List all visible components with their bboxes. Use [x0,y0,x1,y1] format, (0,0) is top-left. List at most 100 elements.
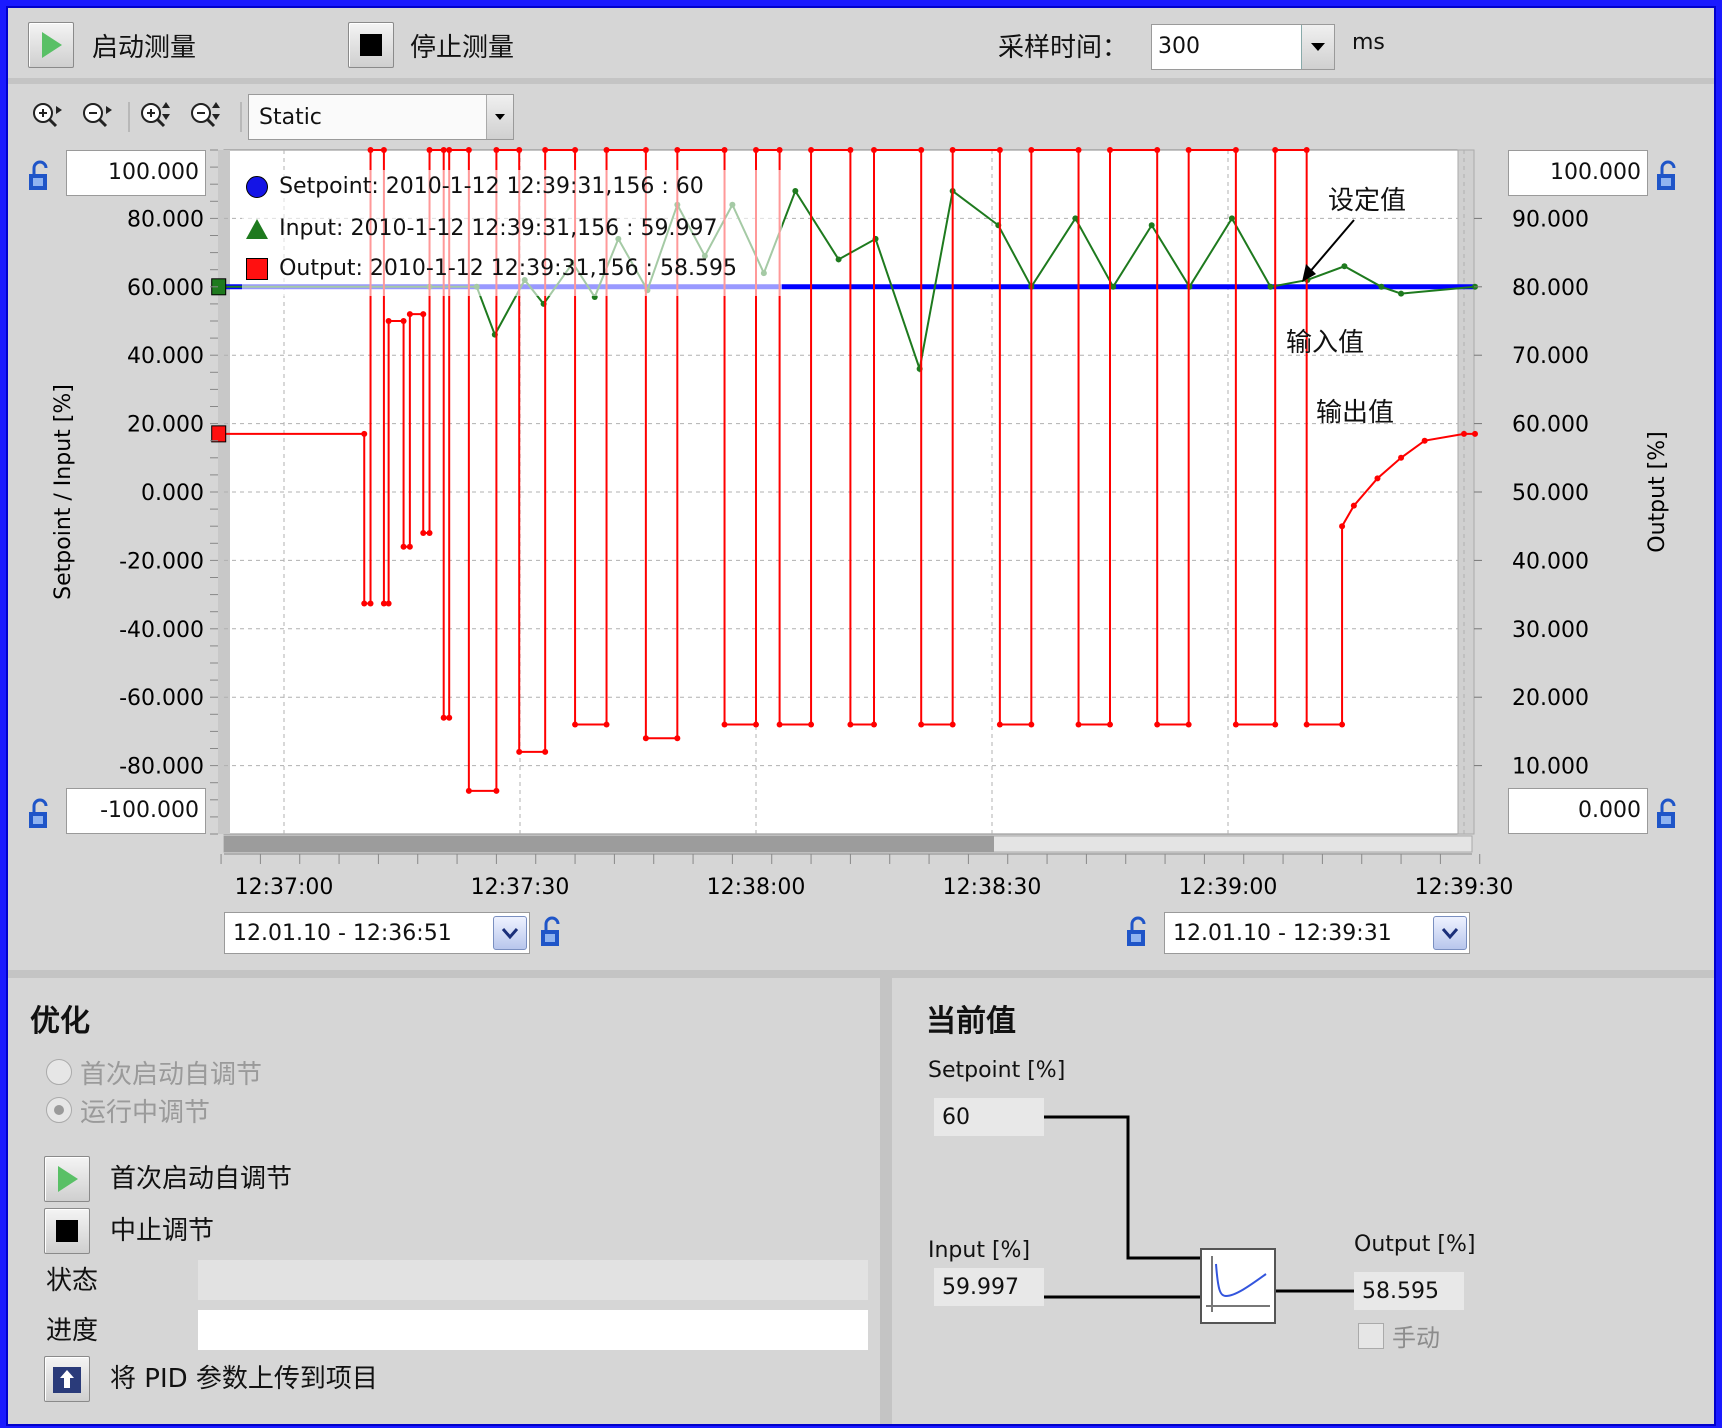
data-point-output [949,147,956,153]
data-point-output [1154,721,1161,728]
start-time-select[interactable]: 12.01.10 - 12:36:51 [224,912,530,954]
right-tick-label: 20.000 [1512,686,1589,711]
input-annotation: 输入值 [1286,328,1365,358]
data-point-output [721,147,728,153]
data-point-output [808,147,815,153]
data-point-output [465,787,472,794]
manual-checkbox[interactable]: 手动 [1358,1318,1498,1352]
stop-tuning-button[interactable] [44,1208,90,1254]
stop-tuning-label: 中止调节 [110,1216,215,1246]
radio-circle[interactable] [46,1059,72,1085]
radio-running-tuning-label: 运行中调节 [80,1098,211,1128]
data-point-output [918,721,925,728]
start-time-value: 12.01.10 - 12:36:51 [233,921,452,946]
data-point-input [1378,283,1385,290]
upload-label: 将 PID 参数上传到项目 [110,1364,378,1394]
left-tick-label: -60.000 [119,686,204,711]
left-axis-title: Setpoint / Input [%] [51,384,76,600]
data-point-output [847,147,854,153]
radio-circle[interactable] [46,1097,72,1123]
data-point-output [1232,721,1239,728]
data-point-output [516,147,523,153]
data-point-output [465,147,472,153]
data-point-output [996,147,1003,153]
data-point-output [1398,454,1405,461]
data-point-output [1272,147,1279,153]
start-tuning-button[interactable] [44,1156,90,1202]
end-time-select[interactable]: 12.01.10 - 12:39:31 [1164,912,1470,954]
data-point-input [1228,215,1235,222]
data-point-output [367,147,374,153]
time-tick-label: 12:39:00 [1179,875,1278,900]
data-point-output [1185,721,1192,728]
legend-setpoint: Setpoint: 2010-1-12 12:39:31,156 : 60 [246,174,704,204]
legend-input-text: Input: 2010-1-12 12:39:31,156 : 59.997 [279,216,718,241]
data-point-output [1374,475,1381,482]
data-point-output [420,530,427,537]
data-point-output [847,721,854,728]
panel-divider [8,970,1714,978]
radio-first-tuning[interactable]: 首次启动自调节 [46,1054,366,1090]
data-point-output [776,721,783,728]
output-annotation: 输出值 [1316,398,1395,428]
output-value-field: 58.595 [1354,1272,1464,1310]
data-point-output [1421,437,1428,444]
data-point-output [385,600,392,607]
block-diagram-wires [1044,1115,1354,1299]
data-point-output [1107,147,1113,153]
data-point-output [572,147,579,153]
stop-icon [56,1220,78,1242]
current-values-panel: 当前值 Setpoint [%] 60 Input [%] 59.997 Out… [892,978,1714,1424]
legend-output: Output: 2010-1-12 12:39:31,156 : 58.595 [246,256,737,286]
data-point-output [642,735,649,742]
data-point-output [1028,721,1035,728]
left-tick-label: -40.000 [119,618,204,643]
left-tick-label: 40.000 [127,344,204,369]
data-point-input [1072,215,1079,222]
data-point-output [996,721,1003,728]
data-point-output [603,721,610,728]
time-tick-label: 12:38:30 [943,875,1042,900]
time-scrollbar-thumb [224,836,994,852]
right-tick-label: 80.000 [1512,276,1589,301]
data-point-output [1339,721,1346,728]
data-point-output [918,147,925,153]
left-tick-label: -20.000 [119,549,204,574]
lock-icon[interactable] [538,916,566,950]
data-point-output [426,530,433,537]
checkbox-box[interactable] [1358,1323,1384,1349]
optimization-title: 优化 [30,1004,90,1039]
left-tick-label: 0.000 [141,481,204,506]
data-point-input [792,188,799,195]
data-point-output [385,318,392,324]
data-point-output [776,147,783,153]
data-point-output [380,147,387,153]
data-point-output [367,600,374,607]
data-point-output [1303,721,1310,728]
data-point-output [1185,147,1192,153]
data-point-output [572,721,579,728]
chevron-down-icon[interactable] [1433,916,1467,950]
chevron-down-icon[interactable] [493,916,527,950]
data-point-output [1472,430,1479,437]
right-tick-label: 50.000 [1512,481,1589,506]
upload-button[interactable] [44,1356,90,1402]
data-point-output [361,600,368,607]
square-icon [246,257,268,280]
left-tick-label: -80.000 [119,755,204,780]
data-point-output [1075,147,1082,153]
data-point-output [440,714,447,721]
data-point-output [871,721,877,728]
output-value: 58.595 [1362,1279,1439,1304]
arrow-icon [1302,219,1355,282]
legend-output-text: Output: 2010-1-12 12:39:31,156 : 58.595 [279,256,737,281]
output-marker [211,425,227,443]
data-point-output [406,543,413,550]
data-point-output [542,748,549,755]
data-point-output [446,714,453,721]
lock-icon[interactable] [1124,916,1152,950]
radio-running-tuning[interactable]: 运行中调节 [46,1092,366,1128]
data-point-output [400,543,407,550]
data-point-output [753,147,759,153]
right-axis-title: Output [%] [1645,431,1670,552]
